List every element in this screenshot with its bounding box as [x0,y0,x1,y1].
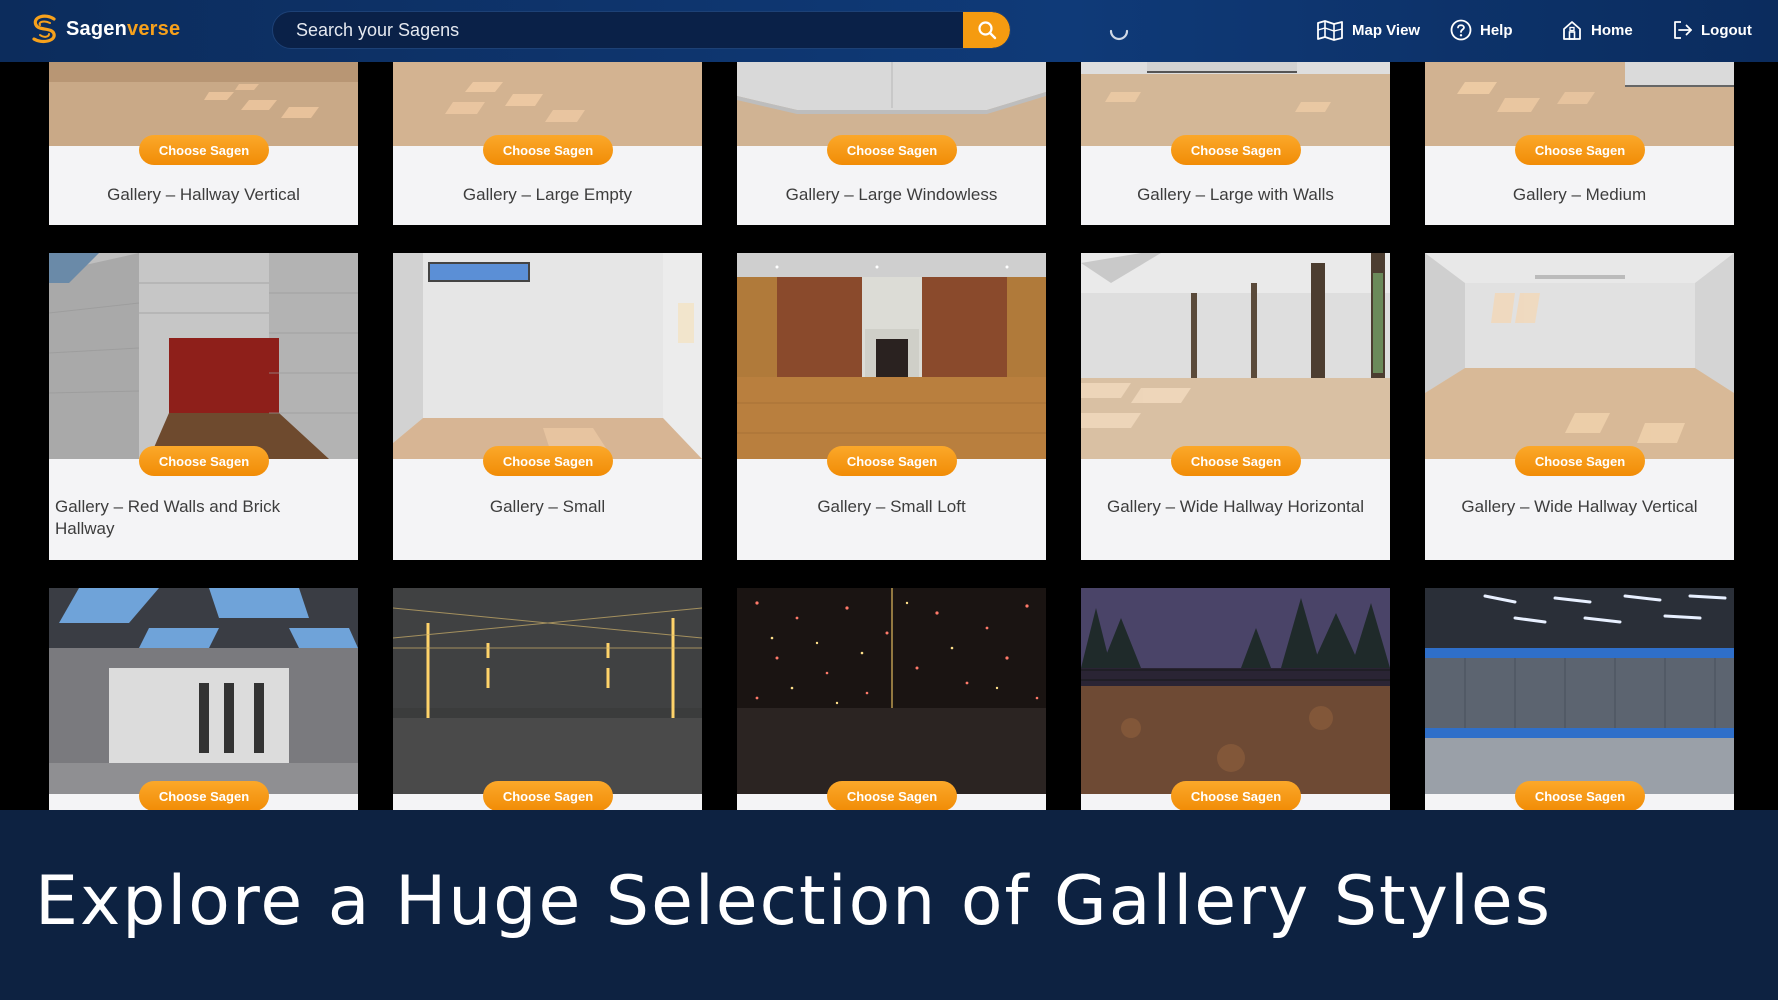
choose-sagen-button[interactable]: Choose Sagen [139,135,269,165]
search-input[interactable] [273,12,963,48]
gallery-card[interactable]: Choose Sagen Gallery – Large with Walls [1081,62,1390,225]
gallery-title: Gallery – Wide Hallway Horizontal [1107,497,1364,516]
gallery-thumbnail [1425,588,1734,794]
gallery-title: Gallery – Medium [1512,185,1647,204]
gallery-card[interactable]: Choose Sagen Gallery – Small Loft [737,253,1046,560]
gallery-card[interactable]: Choose Sagen Gallery – Red Walls and Bri… [49,253,358,560]
gallery-card[interactable]: Choose Sagen Gallery – Wide Hallway Hori… [1081,253,1390,560]
gallery-card[interactable]: Choose Sagen [1425,588,1734,810]
choose-sagen-button[interactable]: Choose Sagen [1515,135,1645,165]
logo-suffix: verse [127,17,181,40]
nav-home-label: Home [1591,21,1633,39]
gallery-title: Gallery – Large Empty [462,185,633,204]
gallery-card[interactable]: Choose Sagen [737,588,1046,810]
nav-map-view-label: Map View [1352,21,1421,39]
gallery-title: Gallery – Small Loft [817,497,966,516]
search-bar [272,11,1011,49]
gallery-thumbnail [393,253,702,459]
gallery-thumbnail [1081,253,1390,459]
gallery-title: Gallery – Hallway Vertical [107,185,300,204]
gallery-thumbnail [737,253,1046,459]
choose-sagen-button[interactable]: Choose Sagen [827,781,957,810]
search-button[interactable] [963,12,1010,48]
gallery-thumbnail [49,62,358,146]
gallery-card[interactable]: Choose Sagen Gallery – Hallway Vertical [49,62,358,225]
gallery-thumbnail [737,588,1046,794]
gallery-thumbnail [49,253,358,459]
gallery-card[interactable]: Choose Sagen Gallery – Wide Hallway Vert… [1425,253,1734,560]
top-header: Sagenverse Map View Help [0,0,1778,62]
gallery-card[interactable]: Choose Sagen [393,588,702,810]
gallery-card[interactable]: Choose Sagen [49,588,358,810]
logo-prefix: Sagen [66,17,128,40]
choose-sagen-button[interactable]: Choose Sagen [1515,781,1645,810]
gallery-title: Gallery – Large with Walls [1137,185,1334,204]
logo-text: Sagenverse [66,18,180,41]
search-icon [977,21,996,40]
promo-banner: Explore a Huge Selection of Gallery Styl… [0,810,1778,1000]
choose-sagen-button[interactable]: Choose Sagen [1515,446,1645,476]
choose-sagen-button[interactable]: Choose Sagen [1171,446,1301,476]
gallery-thumbnail [393,588,702,794]
choose-sagen-button[interactable]: Choose Sagen [827,135,957,165]
gallery-title: Gallery – Red Walls and Brick Hallway [55,497,281,538]
nav-home[interactable]: Home [1561,16,1633,44]
gallery-title: Gallery – Large Windowless [785,185,998,204]
choose-sagen-button[interactable]: Choose Sagen [827,446,957,476]
logout-icon [1674,21,1692,39]
gallery-card[interactable]: Choose Sagen Gallery – Large Empty [393,62,702,225]
gallery-title: Gallery – Wide Hallway Vertical [1461,497,1698,516]
nav-help-label: Help [1480,21,1513,39]
choose-sagen-button[interactable]: Choose Sagen [139,446,269,476]
nav-logout[interactable]: Logout [1671,16,1752,44]
gallery-thumbnail [1425,253,1734,459]
gallery-thumbnail [1425,62,1734,146]
logo-mark-icon [32,14,56,44]
gallery-title: Gallery – Small [489,497,606,516]
gallery-thumbnail [393,62,702,146]
choose-sagen-button[interactable]: Choose Sagen [1171,781,1301,810]
nav-help[interactable]: Help [1450,16,1513,44]
choose-sagen-button[interactable]: Choose Sagen [483,446,613,476]
gallery-card[interactable]: Choose Sagen Gallery – Large Windowless [737,62,1046,225]
choose-sagen-button[interactable]: Choose Sagen [1171,135,1301,165]
choose-sagen-button[interactable]: Choose Sagen [139,781,269,810]
choose-sagen-button[interactable]: Choose Sagen [483,135,613,165]
nav-logout-label: Logout [1701,21,1752,39]
gallery-thumbnail [737,62,1046,146]
logo[interactable]: Sagenverse [28,13,180,45]
gallery-thumbnail [49,588,358,794]
home-icon [1563,21,1581,40]
gallery-card[interactable]: Choose Sagen [1081,588,1390,810]
choose-sagen-button[interactable]: Choose Sagen [483,781,613,810]
gallery-card[interactable]: Choose Sagen Gallery – Small [393,253,702,560]
map-icon [1317,20,1343,41]
banner-headline: Explore a Huge Selection of Gallery Styl… [35,862,1553,941]
nav-map-view[interactable]: Map View [1316,16,1420,44]
gallery-thumbnail [1081,62,1390,146]
loading-spinner-icon [1109,29,1129,41]
gallery-thumbnail [1081,588,1390,794]
gallery-card[interactable]: Choose Sagen Gallery – Medium [1425,62,1734,225]
help-icon [1450,19,1472,41]
